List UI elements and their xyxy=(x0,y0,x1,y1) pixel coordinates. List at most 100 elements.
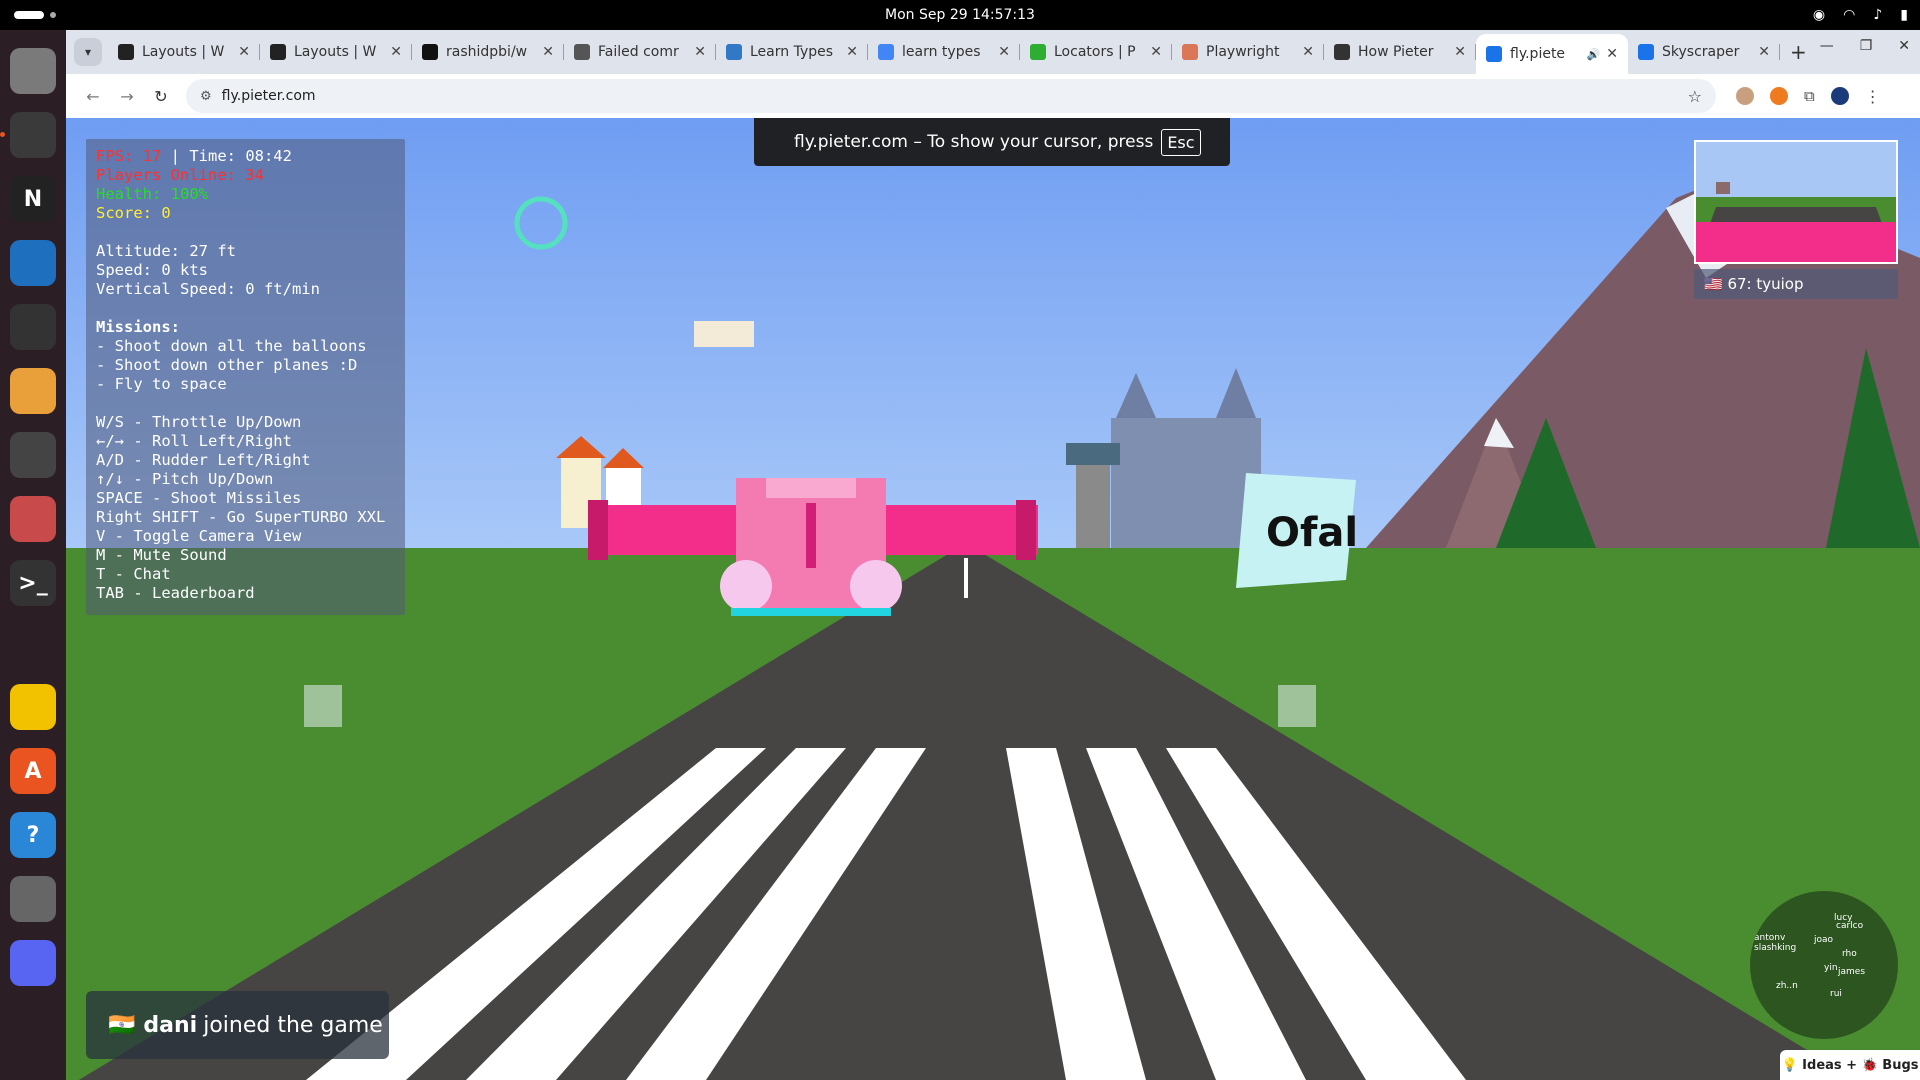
tab-favicon-icon xyxy=(1638,44,1654,60)
extension-icon[interactable] xyxy=(1770,87,1788,105)
extensions-puzzle-icon[interactable]: ⧉ xyxy=(1804,87,1815,105)
discord-tray-icon[interactable]: ◉ xyxy=(1813,7,1825,23)
control-hint: M - Mute Sound xyxy=(96,546,227,564)
system-tray[interactable]: ◉ ◠ ♪ ▮ xyxy=(1813,0,1908,30)
text-editor-icon[interactable] xyxy=(10,368,56,414)
tab-favicon-icon xyxy=(422,44,438,60)
chrome-menu-icon[interactable]: ⋮ xyxy=(1865,87,1881,106)
billboard-text: Ofal xyxy=(1266,510,1358,556)
activities-button[interactable] xyxy=(14,11,44,19)
extension-icon[interactable] xyxy=(1736,87,1754,105)
control-hint: SPACE - Shoot Missiles xyxy=(96,489,302,507)
close-window-button[interactable]: ✕ xyxy=(1898,38,1910,54)
tab-favicon-icon xyxy=(1334,44,1350,60)
browser-tab[interactable]: Learn Types ✕ xyxy=(716,34,868,70)
tab-favicon-icon xyxy=(726,44,742,60)
tab-title: Layouts | W xyxy=(142,44,225,60)
browser-tab[interactable]: Playwright ✕ xyxy=(1172,34,1324,70)
reload-button[interactable]: ↻ xyxy=(144,87,178,106)
new-tab-button[interactable]: + xyxy=(1790,40,1807,64)
tab-title: Locators | P xyxy=(1054,44,1136,60)
discord-icon[interactable] xyxy=(10,940,56,986)
tab-close-icon[interactable]: ✕ xyxy=(998,44,1010,60)
browser-tab[interactable]: rashidpbi/w ✕ xyxy=(412,34,564,70)
game-canvas[interactable]: Ofal FPS: 17 | Time: 08:42 Players Onlin… xyxy=(66,118,1920,1080)
health-readout: Health: 100% xyxy=(96,185,208,203)
tab-title: Skyscraper xyxy=(1662,44,1740,60)
tab-close-icon[interactable]: ✕ xyxy=(1302,44,1314,60)
settings-icon[interactable] xyxy=(10,876,56,922)
tab-close-icon[interactable]: ✕ xyxy=(1758,44,1770,60)
browser-tab[interactable]: Failed comr ✕ xyxy=(564,34,716,70)
tab-close-icon[interactable]: ✕ xyxy=(542,44,554,60)
tab-close-icon[interactable]: ✕ xyxy=(694,44,706,60)
wifi-icon[interactable]: ◠ xyxy=(1843,7,1855,23)
clock[interactable]: Mon Sep 29 14:57:13 xyxy=(885,7,1035,23)
forward-button[interactable]: → xyxy=(110,87,144,106)
rear-view-camera xyxy=(1694,140,1898,264)
tab-title: fly.piete xyxy=(1510,46,1566,62)
fullscreen-notice-text: fly.pieter.com – To show your cursor, pr… xyxy=(794,132,1154,152)
control-hint: W/S - Throttle Up/Down xyxy=(96,413,302,431)
terminal-icon[interactable]: >_ xyxy=(10,560,56,606)
tab-title: How Pieter xyxy=(1358,44,1434,60)
radar-minimap: antonv slashking joao lucy carlco rho james yin… xyxy=(1750,891,1898,1039)
magnifier-icon[interactable] xyxy=(10,432,56,478)
minimize-button[interactable]: — xyxy=(1820,38,1834,54)
tab-favicon-icon xyxy=(1486,46,1502,62)
tab-close-icon[interactable]: ✕ xyxy=(1454,44,1466,60)
centerline xyxy=(964,558,968,598)
battery-icon[interactable]: ▮ xyxy=(1900,7,1908,23)
address-bar[interactable]: ⚙ fly.pieter.com ☆ xyxy=(186,79,1716,113)
browser-toolbar: ← → ↻ ⚙ fly.pieter.com ☆ ⧉ ⋮ xyxy=(66,74,1920,118)
browser-tab[interactable]: Layouts | W ✕ xyxy=(260,34,412,70)
profile-avatar[interactable] xyxy=(1830,87,1849,105)
tab-close-icon[interactable]: ✕ xyxy=(238,44,250,60)
rhythmbox-icon[interactable] xyxy=(10,684,56,730)
notion-icon[interactable]: N xyxy=(10,176,56,222)
tab-audio-icon[interactable]: 🔊 xyxy=(1587,48,1601,61)
browser-window: ▾ Layouts | W ✕ Layouts | W ✕ rashidpbi/w ✕ Fa… xyxy=(66,30,1920,118)
tab-close-icon[interactable]: ✕ xyxy=(390,44,402,60)
players-online: Players Online: 34 xyxy=(96,166,264,184)
esc-key-hint: Esc xyxy=(1161,128,1201,156)
volume-icon[interactable]: ♪ xyxy=(1873,7,1882,23)
browser-tab[interactable]: learn types ✕ xyxy=(868,34,1020,70)
score-readout: Score: 0 xyxy=(96,204,171,222)
maximize-button[interactable]: ❐ xyxy=(1860,38,1873,54)
fps-readout: FPS: 17 xyxy=(96,147,162,165)
time-readout: | Time: 08:42 xyxy=(161,147,292,165)
tab-title: Layouts | W xyxy=(294,44,377,60)
files-icon[interactable] xyxy=(10,48,56,94)
system-top-bar: Mon Sep 29 14:57:13 ◉ ◠ ♪ ▮ xyxy=(0,0,1920,30)
screenshot-icon[interactable] xyxy=(10,496,56,542)
help-icon[interactable]: ? xyxy=(10,812,56,858)
app-center-icon[interactable]: A xyxy=(10,748,56,794)
castle xyxy=(1111,418,1261,553)
tab-search-button[interactable]: ▾ xyxy=(74,38,102,66)
browser-tab[interactable]: Locators | P ✕ xyxy=(1020,34,1172,70)
mission-item: - Shoot down other planes :D xyxy=(96,356,358,374)
tab-favicon-icon xyxy=(1030,44,1046,60)
bookmark-star-icon[interactable]: ☆ xyxy=(1688,87,1702,106)
clock-icon[interactable] xyxy=(10,304,56,350)
tab-close-icon[interactable]: ✕ xyxy=(1150,44,1162,60)
url-text[interactable]: fly.pieter.com xyxy=(222,88,316,104)
altitude-readout: Altitude: 27 ft xyxy=(96,242,236,260)
tab-title: Failed comr xyxy=(598,44,679,60)
site-info-icon[interactable]: ⚙ xyxy=(200,89,212,104)
chrome-icon[interactable] xyxy=(0,112,56,158)
tab-close-icon[interactable]: ✕ xyxy=(1606,46,1618,62)
tab-close-icon[interactable]: ✕ xyxy=(846,44,858,60)
browser-tab[interactable]: How Pieter ✕ xyxy=(1324,34,1476,70)
vscode-icon[interactable] xyxy=(10,240,56,286)
browser-tab[interactable]: fly.piete 🔊 ✕ xyxy=(1476,34,1628,74)
show-apps-icon[interactable] xyxy=(10,1034,56,1080)
radar-player-label: rho xyxy=(1842,949,1857,959)
vertical-speed-readout: Vertical Speed: 0 ft/min xyxy=(96,280,320,298)
back-button[interactable]: ← xyxy=(76,87,110,106)
ideas-bugs-button[interactable]: 💡 Ideas + 🐞 Bugs xyxy=(1780,1050,1920,1080)
browser-tab[interactable]: Skyscraper ✕ xyxy=(1628,34,1780,70)
browser-tab[interactable]: Layouts | W ✕ xyxy=(108,34,260,70)
tab-strip: ▾ Layouts | W ✕ Layouts | W ✕ rashidpbi/w ✕ Fa… xyxy=(66,30,1920,74)
